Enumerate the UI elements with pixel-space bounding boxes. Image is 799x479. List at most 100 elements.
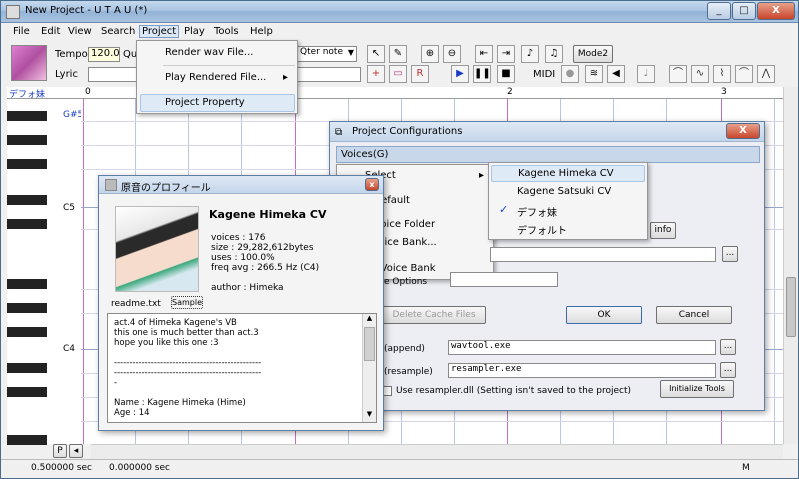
pencil-tool-icon[interactable]: ✎ bbox=[389, 45, 407, 63]
maximize-button[interactable]: □ bbox=[732, 2, 756, 20]
check-icon: ✓ bbox=[499, 203, 509, 216]
voice-item-default[interactable]: デフォルト bbox=[517, 222, 567, 237]
resample-tool-input[interactable]: resampler.exe bbox=[448, 363, 716, 378]
author-text: author : Himeka bbox=[211, 283, 284, 293]
menu-file[interactable]: File bbox=[13, 26, 30, 37]
character-portrait bbox=[115, 206, 199, 292]
play-icon[interactable]: ▶ bbox=[451, 65, 469, 83]
pointer-tool-icon[interactable]: ↖ bbox=[367, 45, 385, 63]
pitch-curve-icon-4[interactable]: ⌒ bbox=[735, 65, 753, 83]
p-button[interactable]: P bbox=[53, 444, 67, 458]
menu-help[interactable]: Help bbox=[250, 26, 273, 37]
render-wav-item[interactable]: Render wav File... bbox=[165, 47, 253, 58]
voice-profile-dialog: 原音のプロフィール x Kagene Himeka CV voices : 17… bbox=[98, 175, 384, 431]
merge-note-icon[interactable]: ♫ bbox=[545, 45, 563, 63]
readme-line: hope you like this one :3 bbox=[114, 338, 219, 348]
pitch-curve-icon-1[interactable]: ⌒ bbox=[669, 65, 687, 83]
initialize-tools-button[interactable]: Initialize Tools bbox=[660, 380, 734, 398]
menu-play[interactable]: Play bbox=[184, 26, 205, 37]
scroll-up-icon[interactable]: ▲ bbox=[363, 314, 376, 326]
menu-bar: File Edit View Search Project Play Tools… bbox=[1, 24, 798, 42]
voice-path-input[interactable] bbox=[490, 247, 716, 262]
voice-item-kagene-satsuki[interactable]: Kagene Satsuki CV bbox=[517, 186, 611, 197]
use-resampler-label: Use resampler.dll (Setting isn't saved t… bbox=[396, 386, 632, 396]
pitch-curve-icon-2[interactable]: ∿ bbox=[691, 65, 709, 83]
volume-icon[interactable]: ◀ bbox=[607, 65, 625, 83]
midi-record-icon[interactable]: ● bbox=[561, 65, 579, 83]
sample-button[interactable]: Sample bbox=[171, 296, 203, 309]
reverse-icon[interactable]: R bbox=[411, 65, 429, 83]
timeline-ruler[interactable]: デフォ妹 0 2 3 bbox=[7, 87, 783, 100]
to-start-icon[interactable]: ⇤ bbox=[475, 45, 493, 63]
to-end-icon[interactable]: ⇥ bbox=[497, 45, 515, 63]
envelope-icon[interactable]: ⋀ bbox=[757, 65, 775, 83]
tempo-label: Tempo bbox=[55, 49, 88, 60]
scroll-thumb[interactable] bbox=[786, 277, 796, 337]
voicebank-name: Kagene Himeka CV bbox=[209, 208, 327, 221]
zoom-in-icon[interactable]: ⊕ bbox=[421, 45, 439, 63]
profile-close-button[interactable]: x bbox=[365, 178, 379, 191]
menu-edit[interactable]: Edit bbox=[41, 26, 60, 37]
options-label: e Options bbox=[384, 277, 428, 287]
append-tool-input[interactable]: wavtool.exe bbox=[448, 340, 716, 355]
horizontal-scrollbar[interactable] bbox=[91, 444, 783, 459]
voices-tab[interactable]: Voices(G) bbox=[336, 146, 760, 163]
readme-scrollbar[interactable]: ▲ ▼ bbox=[362, 314, 376, 422]
minimize-button[interactable]: _ bbox=[707, 2, 731, 20]
scroll-left-button[interactable]: ◂ bbox=[69, 444, 83, 458]
ok-button[interactable]: OK bbox=[566, 306, 642, 324]
config-close-button[interactable]: X bbox=[726, 123, 760, 139]
menu-view[interactable]: View bbox=[68, 26, 92, 37]
note-length-select[interactable]: Qter note ▼ bbox=[297, 46, 357, 62]
resample-browse-button[interactable]: ... bbox=[720, 362, 736, 378]
readme-line: Name : Kagene Himeka (Hime) bbox=[114, 398, 246, 408]
select-arrow-icon: ▸ bbox=[479, 170, 485, 181]
submenu-arrow-icon: ▸ bbox=[283, 72, 289, 83]
options-input[interactable] bbox=[450, 272, 558, 287]
menu-project[interactable]: Project bbox=[139, 25, 180, 38]
singer-avatar[interactable] bbox=[11, 45, 47, 81]
metronome-icon[interactable]: ♩ bbox=[637, 65, 655, 83]
readme-textarea[interactable]: act.4 of Himeka Kagene's VB this one is … bbox=[107, 313, 377, 423]
insert-rest-icon[interactable]: ▭ bbox=[389, 65, 407, 83]
mode2-button[interactable]: Mode2 bbox=[573, 45, 613, 63]
cancel-button[interactable]: Cancel bbox=[656, 306, 732, 324]
split-note-icon[interactable]: ♪ bbox=[521, 45, 539, 63]
dialog-icon: ⧉ bbox=[335, 127, 343, 138]
delete-cache-button: Delete Cache Files bbox=[382, 306, 486, 324]
project-property-item[interactable]: Project Property bbox=[140, 94, 295, 112]
vertical-scrollbar[interactable] bbox=[783, 87, 798, 444]
play-rendered-item[interactable]: Play Rendered File... bbox=[165, 72, 266, 83]
menu-tools[interactable]: Tools bbox=[214, 26, 239, 37]
midi-settings-icon[interactable]: ≋ bbox=[585, 65, 603, 83]
status-mode: M bbox=[742, 463, 750, 473]
tempo-input[interactable]: 120.0 bbox=[88, 47, 120, 62]
voice-item-defo-imouto[interactable]: デフォ妹 bbox=[517, 204, 557, 219]
stat-size: size : 29,282,612bytes bbox=[211, 243, 314, 253]
lyric-entry-input[interactable] bbox=[297, 67, 361, 82]
lyric-label: Lyric bbox=[55, 69, 78, 80]
menu-search[interactable]: Search bbox=[101, 26, 135, 37]
voice-browse-button[interactable]: ... bbox=[722, 246, 738, 262]
pause-icon[interactable]: ❚❚ bbox=[473, 65, 491, 83]
ruler-mark-3: 3 bbox=[721, 87, 727, 97]
readme-label: readme.txt bbox=[111, 299, 161, 309]
ruler-mark-0: 0 bbox=[85, 87, 91, 97]
zoom-out-icon[interactable]: ⊖ bbox=[443, 45, 461, 63]
stop-icon[interactable]: ■ bbox=[497, 65, 515, 83]
insert-note-icon[interactable]: + bbox=[367, 65, 385, 83]
profile-dialog-title-bar: 原音のプロフィール x bbox=[99, 176, 383, 194]
scroll-down-icon[interactable]: ▼ bbox=[363, 410, 376, 422]
profile-dialog-icon bbox=[105, 179, 117, 191]
piano-keyboard[interactable]: G#5 C5 C4 bbox=[7, 99, 83, 445]
lyric-input[interactable] bbox=[88, 67, 138, 82]
append-label: (append) bbox=[384, 344, 425, 354]
close-button[interactable]: X bbox=[757, 2, 795, 20]
append-browse-button[interactable]: ... bbox=[720, 339, 736, 355]
stat-voices: voices : 176 bbox=[211, 233, 266, 243]
info-button[interactable]: info bbox=[650, 222, 676, 239]
voice-item-kagene-himeka[interactable]: Kagene Himeka CV bbox=[491, 165, 645, 182]
pitch-curve-icon-3[interactable]: ⌇ bbox=[713, 65, 731, 83]
readme-line: Age : 14 bbox=[114, 408, 150, 418]
readme-scroll-thumb[interactable] bbox=[364, 327, 375, 361]
